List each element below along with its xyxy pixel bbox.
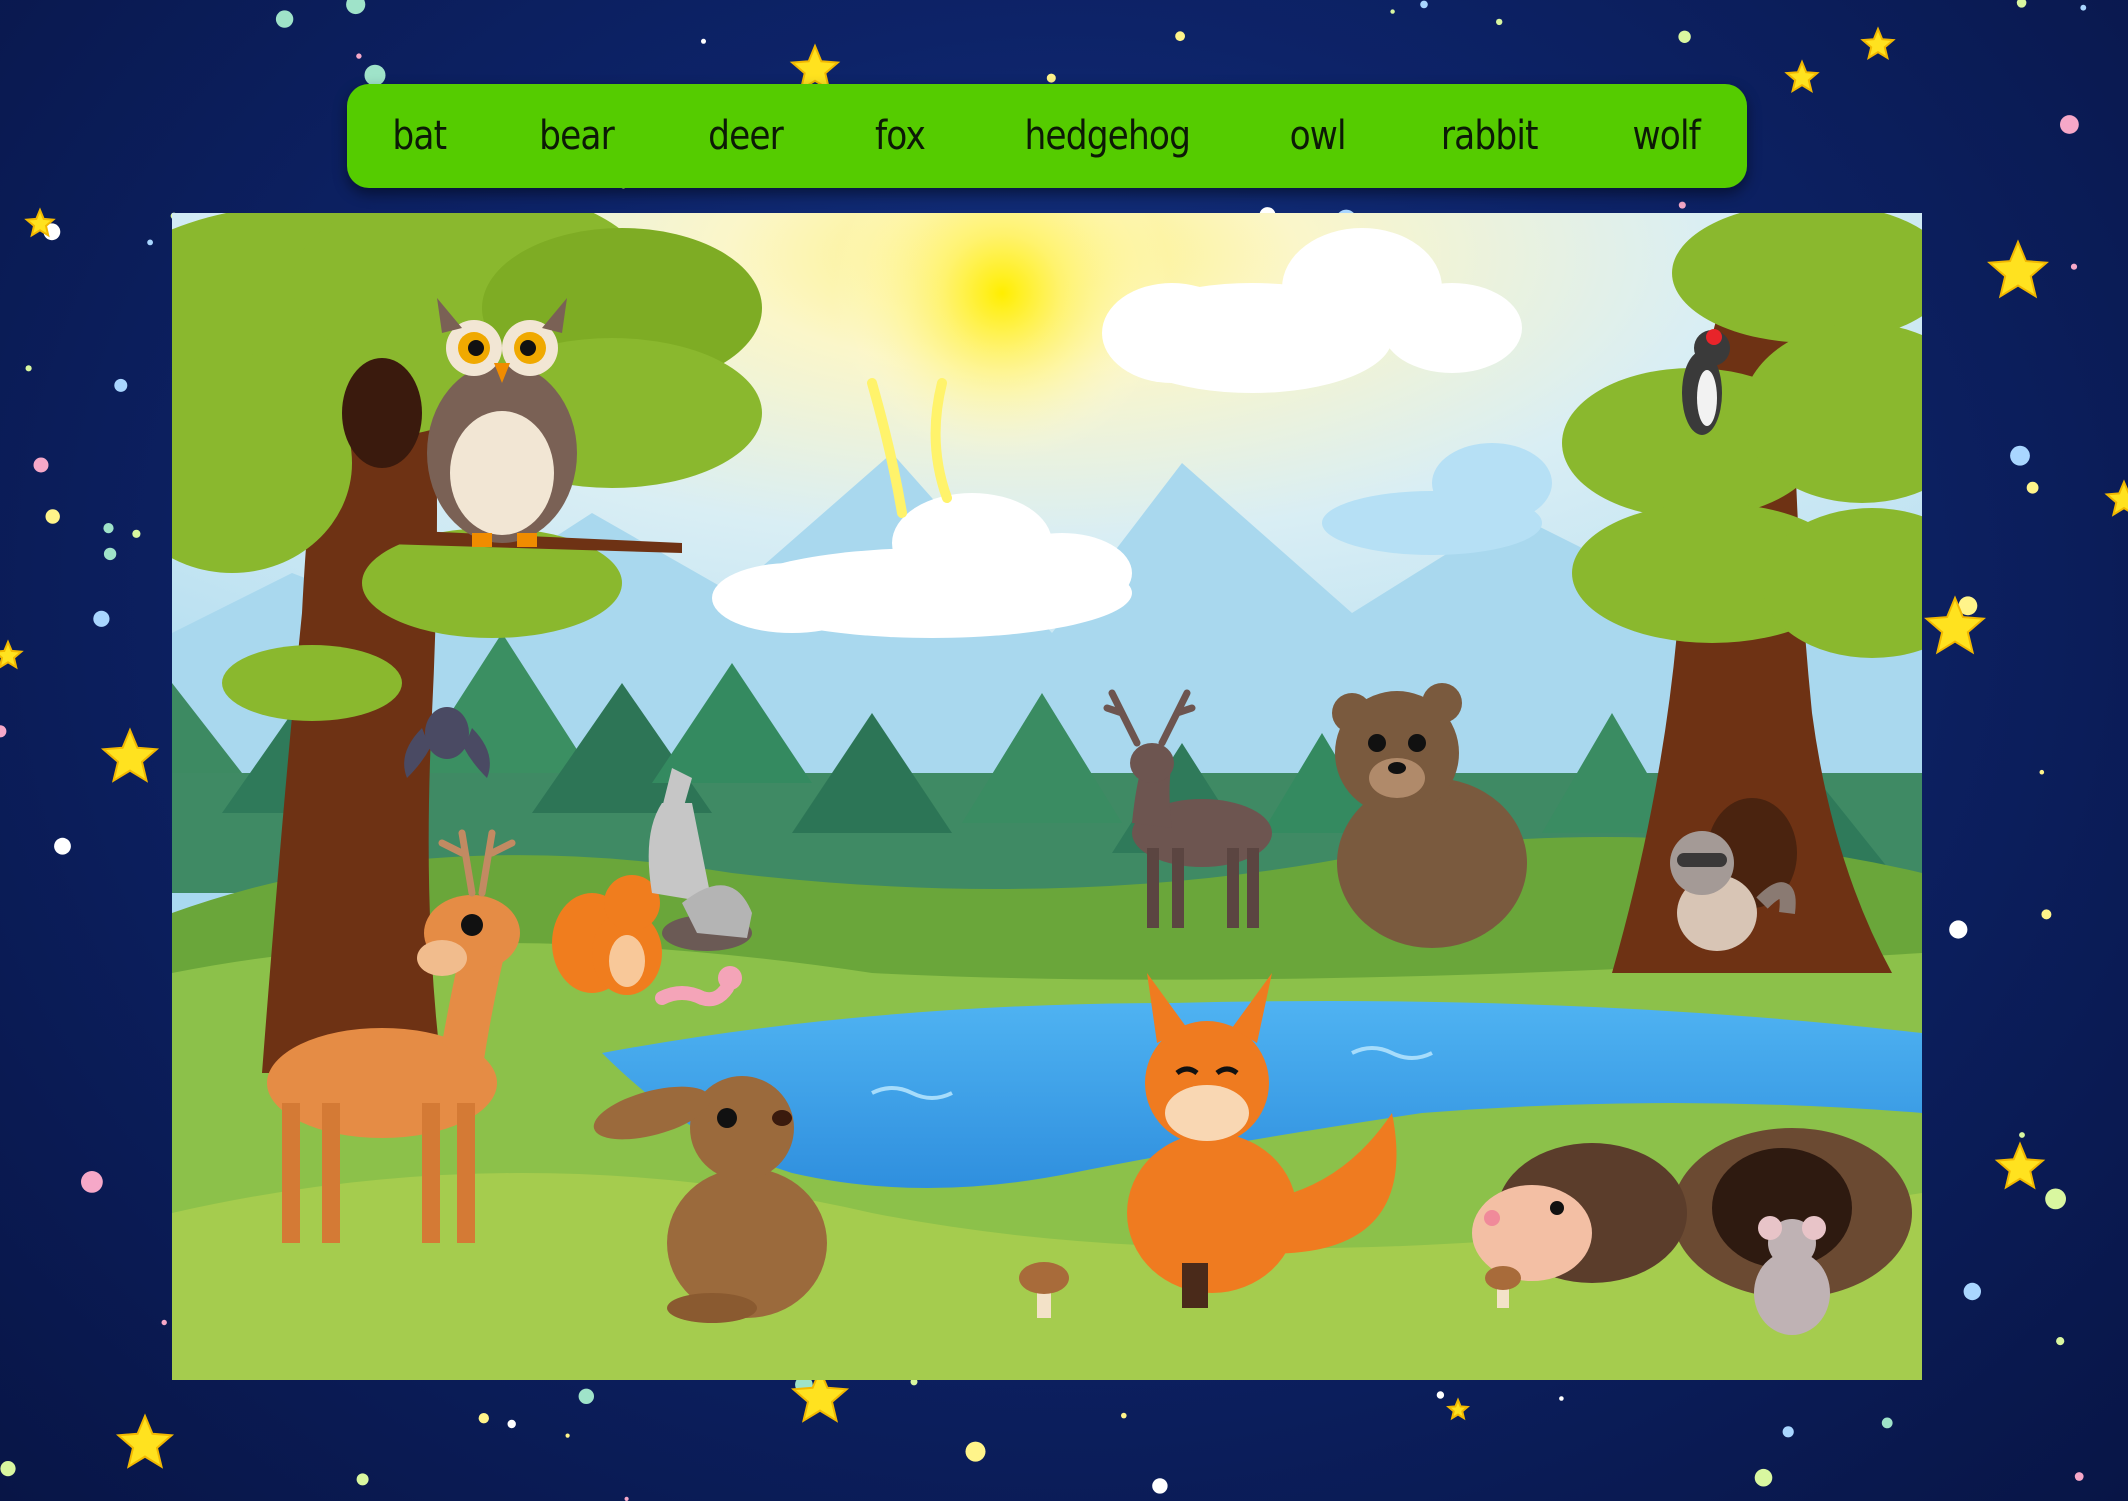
- star-dot: [25, 365, 32, 372]
- star-dot: [0, 725, 7, 738]
- word-bank: bat bear deer fox hedgehog owl rabbit wo…: [347, 84, 1747, 188]
- word-chip-hedgehog[interactable]: hedgehog: [1024, 113, 1190, 159]
- star-dot: [1559, 1396, 1564, 1401]
- star-dot: [1678, 201, 1686, 209]
- star-dot: [364, 64, 386, 86]
- star-dot: [1121, 1412, 1127, 1419]
- star-dot: [103, 547, 117, 561]
- star-dot: [103, 523, 114, 534]
- star-icon: [115, 1413, 175, 1469]
- star-icon: [2104, 479, 2128, 517]
- star-dot: [1963, 1282, 1982, 1301]
- star-dot: [2060, 115, 2079, 134]
- star-dot: [81, 1171, 103, 1193]
- star-dot: [2045, 1188, 2066, 1210]
- star-dot: [578, 1388, 594, 1405]
- star-dot: [1754, 1468, 1773, 1487]
- star-dot: [2080, 4, 2087, 11]
- star-icon: [1994, 1141, 2046, 1190]
- star-dot: [1420, 0, 1428, 9]
- star-dot: [346, 0, 366, 15]
- star-dot: [2010, 445, 2030, 466]
- star-dot: [624, 1496, 629, 1501]
- star-dot: [507, 1419, 516, 1429]
- star-dot: [45, 509, 60, 524]
- star-dot: [356, 53, 362, 59]
- star-dot: [1949, 920, 1968, 939]
- star-dot: [1436, 1391, 1445, 1399]
- word-chip-fox[interactable]: fox: [875, 113, 926, 159]
- star-dot: [701, 38, 706, 44]
- star-icon: [100, 727, 160, 783]
- star-icon: [1446, 1397, 1470, 1421]
- star-icon: [789, 43, 841, 92]
- star-dot: [93, 610, 110, 627]
- star-dot: [478, 1413, 489, 1424]
- word-chip-bat[interactable]: bat: [393, 113, 448, 159]
- star-dot: [114, 378, 128, 392]
- star-dot: [965, 1441, 986, 1462]
- star-icon: [1987, 239, 2049, 299]
- star-icon: [0, 639, 24, 670]
- word-chip-deer[interactable]: deer: [708, 113, 784, 159]
- star-dot: [2041, 909, 2052, 920]
- star-dot: [1152, 1478, 1168, 1494]
- word-chip-rabbit[interactable]: rabbit: [1441, 113, 1539, 159]
- star-icon: [1784, 59, 1820, 94]
- star-dot: [2056, 1337, 2065, 1346]
- star-dot: [1678, 30, 1691, 43]
- word-chip-wolf[interactable]: wolf: [1633, 113, 1701, 159]
- word-chip-owl[interactable]: owl: [1290, 113, 1347, 159]
- star-dot: [1496, 18, 1503, 26]
- word-chip-bear[interactable]: bear: [539, 113, 615, 159]
- star-dot: [1175, 31, 1185, 42]
- star-dot: [565, 1433, 570, 1438]
- star-dot: [2019, 1132, 2025, 1138]
- star-dot: [2039, 769, 2045, 775]
- star-dot: [356, 1473, 369, 1486]
- star-dot: [0, 1461, 16, 1477]
- star-icon: [1860, 26, 1896, 61]
- star-dot: [2070, 263, 2078, 270]
- star-dot: [1046, 73, 1056, 83]
- star-dot: [147, 239, 154, 246]
- star-dot: [275, 10, 294, 28]
- star-dot: [1881, 1417, 1893, 1429]
- mouse: [1754, 1216, 1830, 1335]
- star-dot: [2016, 0, 2027, 8]
- star-dot: [161, 1319, 167, 1326]
- star-dot: [33, 457, 49, 473]
- star-dot: [54, 837, 71, 855]
- star-dot: [2074, 1472, 2084, 1481]
- star-dot: [132, 529, 141, 538]
- star-dot: [1782, 1426, 1794, 1438]
- forest-scene: [172, 213, 1922, 1380]
- star-dot: [1390, 9, 1395, 14]
- star-dot: [2026, 481, 2039, 494]
